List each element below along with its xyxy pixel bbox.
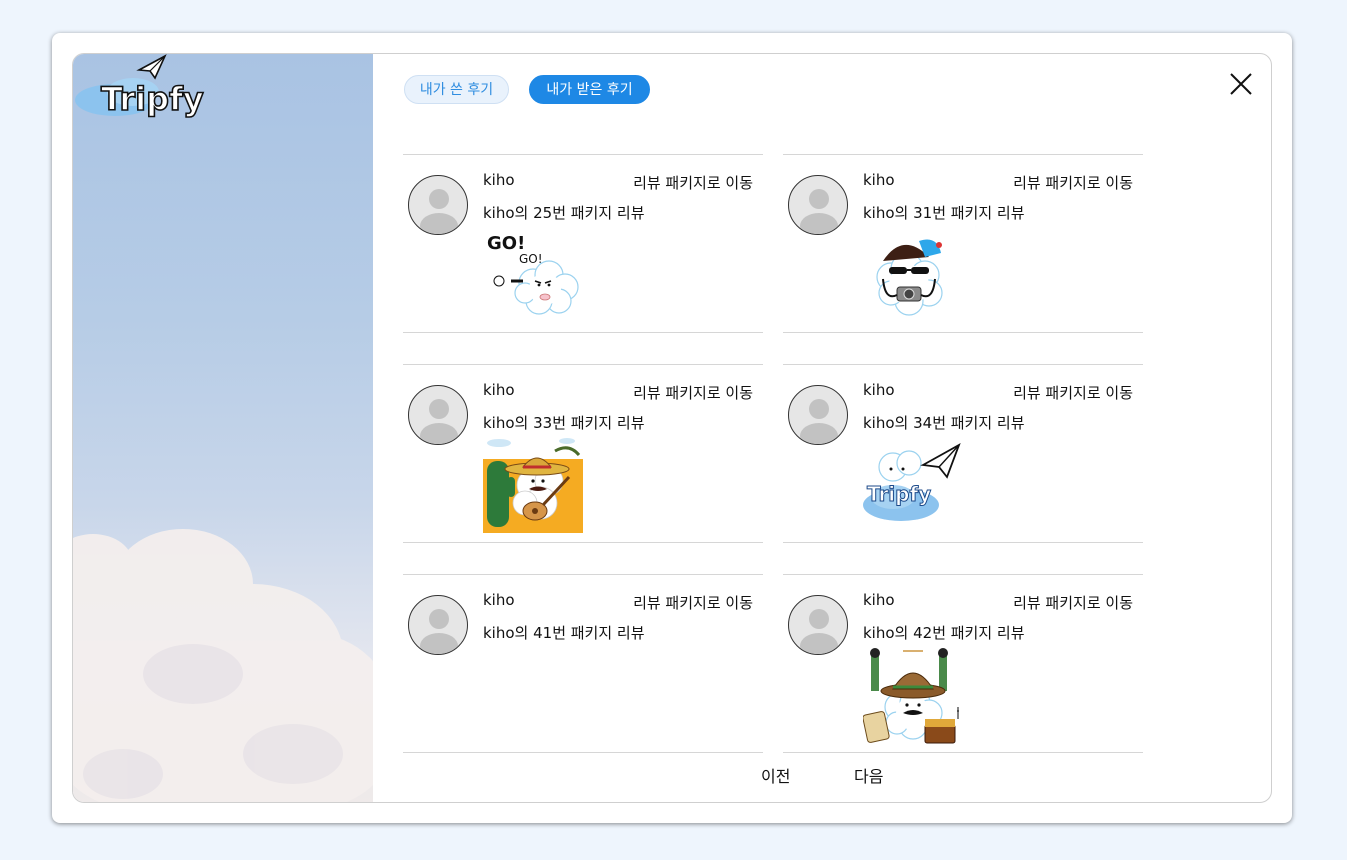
avatar xyxy=(788,595,848,655)
review-card: kiho 리뷰 패키지로 이동 kiho의 42번 패키지 리뷰 xyxy=(783,574,1143,753)
close-button[interactable] xyxy=(1229,72,1253,96)
review-username: kiho xyxy=(863,591,895,609)
close-icon xyxy=(1230,73,1252,95)
review-title: kiho의 31번 패키지 리뷰 xyxy=(863,204,1025,222)
review-title: kiho의 34번 패키지 리뷰 xyxy=(863,414,1025,432)
review-title: kiho의 42번 패키지 리뷰 xyxy=(863,624,1025,642)
review-modal: Tripfy 내가 쓴 후기 내가 받은 후기 kiho 리뷰 패키지로 이동 … xyxy=(52,33,1292,823)
sticker-logo-text: Tripfy xyxy=(867,482,931,506)
go-to-package-link[interactable]: 리뷰 패키지로 이동 xyxy=(1013,382,1133,403)
review-title: kiho의 41번 패키지 리뷰 xyxy=(483,624,645,642)
review-card: kiho 리뷰 패키지로 이동 kiho의 33번 패키지 리뷰 xyxy=(403,364,763,543)
tripfy-cloud-sticker: Tripfy xyxy=(863,443,961,521)
review-title: kiho의 33번 패키지 리뷰 xyxy=(483,414,645,432)
explorer-cloud-sticker xyxy=(863,648,959,744)
avatar xyxy=(408,175,468,235)
tab-received-reviews[interactable]: 내가 받은 후기 xyxy=(529,75,650,104)
modal-content: Tripfy 내가 쓴 후기 내가 받은 후기 kiho 리뷰 패키지로 이동 … xyxy=(72,53,1272,803)
review-username: kiho xyxy=(483,381,515,399)
go-to-package-link[interactable]: 리뷰 패키지로 이동 xyxy=(633,592,753,613)
mariachi-cloud-sticker xyxy=(483,437,583,533)
review-username: kiho xyxy=(863,381,895,399)
logo-text: Tripfy xyxy=(101,80,204,118)
avatar xyxy=(408,385,468,445)
avatar xyxy=(408,595,468,655)
review-username: kiho xyxy=(483,171,515,189)
review-card: kiho 리뷰 패키지로 이동 kiho의 41번 패키지 리뷰 xyxy=(403,574,763,753)
next-page-button[interactable]: 다음 xyxy=(854,763,883,787)
go-to-package-link[interactable]: 리뷰 패키지로 이동 xyxy=(633,172,753,193)
review-username: kiho xyxy=(863,171,895,189)
camera-cloud-sticker xyxy=(876,239,943,316)
tab-written-reviews[interactable]: 내가 쓴 후기 xyxy=(404,75,509,104)
avatar xyxy=(788,385,848,445)
review-username: kiho xyxy=(483,591,515,609)
sticker-go-text-small: GO! xyxy=(519,252,543,266)
prev-page-button[interactable]: 이전 xyxy=(761,763,790,787)
go-to-package-link[interactable]: 리뷰 패키지로 이동 xyxy=(633,382,753,403)
tripfy-logo: Tripfy xyxy=(75,54,205,119)
cloud-background xyxy=(73,529,373,802)
go-to-package-link[interactable]: 리뷰 패키지로 이동 xyxy=(1013,172,1133,193)
review-title: kiho의 25번 패키지 리뷰 xyxy=(483,204,645,222)
avatar xyxy=(788,175,848,235)
sticker-go-text: GO! xyxy=(487,233,525,254)
go-cloud-sticker: GO! GO! xyxy=(487,233,579,315)
go-to-package-link[interactable]: 리뷰 패키지로 이동 xyxy=(1013,592,1133,613)
review-card: kiho 리뷰 패키지로 이동 kiho의 31번 패키지 리뷰 xyxy=(783,154,1143,333)
review-card: kiho 리뷰 패키지로 이동 kiho의 25번 패키지 리뷰 GO! GO! xyxy=(403,154,763,333)
sky-panel: Tripfy xyxy=(73,54,373,802)
review-card: kiho 리뷰 패키지로 이동 kiho의 34번 패키지 리뷰 Tripfy xyxy=(783,364,1143,543)
